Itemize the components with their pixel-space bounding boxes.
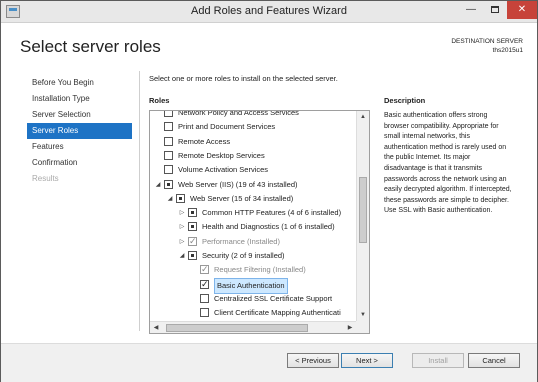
nav-item-server-roles[interactable]: Server Roles [27, 123, 132, 139]
roles-heading: Roles [149, 96, 170, 105]
collapse-arrow-icon[interactable]: ◢ [167, 196, 173, 202]
role-label: Security (2 of 9 installed) [202, 251, 285, 260]
maximize-icon [491, 5, 499, 13]
role-checkbox[interactable] [164, 136, 173, 146]
role-row[interactable]: Volume Activation Services [150, 163, 355, 177]
install-button[interactable]: Install [412, 353, 464, 368]
role-row[interactable]: Remote Access [150, 135, 355, 149]
role-row[interactable]: Request Filtering (Installed) [150, 263, 355, 277]
next-button[interactable]: Next > [341, 353, 393, 368]
role-checkbox[interactable] [200, 293, 209, 303]
role-label: Web Server (15 of 34 installed) [190, 193, 294, 203]
role-label: Health and Diagnostics (1 of 6 installed… [202, 222, 335, 232]
role-checkbox[interactable] [176, 193, 185, 203]
role-label: Remote Access [178, 136, 231, 146]
scroll-down-arrow-icon[interactable]: ▼ [357, 309, 369, 321]
scroll-up-arrow-icon[interactable]: ▲ [357, 111, 369, 123]
role-label: Print and Document Services [178, 122, 276, 132]
expand-arrow-icon[interactable]: ▷ [179, 224, 185, 230]
role-label: Volume Activation Services [178, 165, 269, 175]
scroll-left-arrow-icon[interactable]: ◀ [150, 322, 162, 333]
role-row[interactable]: Print and Document Services [150, 120, 355, 134]
horizontal-scroll-thumb[interactable] [166, 324, 308, 332]
role-checkbox[interactable] [188, 235, 197, 249]
close-button[interactable]: ✕ [507, 1, 537, 19]
scroll-right-arrow-icon[interactable]: ▶ [344, 322, 356, 333]
page-title: Select server roles [20, 37, 161, 56]
expand-arrow-icon[interactable]: ▷ [179, 210, 185, 216]
maximize-button[interactable] [483, 1, 507, 19]
role-row[interactable]: Network Policy and Access Services [150, 110, 355, 120]
role-checkbox[interactable] [200, 278, 209, 292]
role-label: Client Certificate Mapping Authenticati [214, 308, 341, 318]
role-row[interactable]: ◢ Web Server (IIS) (19 of 43 installed) [150, 178, 355, 192]
role-row[interactable]: ▷ Common HTTP Features (4 of 6 installed) [150, 206, 355, 220]
vertical-scroll-thumb[interactable] [359, 177, 367, 243]
role-label: Web Server (IIS) (19 of 43 installed) [178, 179, 298, 189]
role-label: Centralized SSL Certificate Support [214, 293, 333, 303]
horizontal-scrollbar[interactable]: ◀ ▶ [150, 321, 369, 333]
expand-arrow-icon[interactable]: ▷ [179, 239, 185, 245]
title-bar: Add Roles and Features Wizard — ✕ [1, 1, 537, 23]
role-row[interactable]: Remote Desktop Services [150, 149, 355, 163]
role-checkbox[interactable] [188, 251, 197, 260]
destination-server-name: ths2015u1 [492, 47, 523, 54]
role-checkbox[interactable] [164, 122, 173, 132]
collapse-arrow-icon[interactable]: ◢ [179, 253, 185, 259]
nav-item-results: Results [32, 174, 59, 183]
role-row[interactable]: ▷ Performance (Installed) [150, 235, 355, 249]
role-checkbox[interactable] [164, 150, 173, 160]
nav-item-confirmation[interactable]: Confirmation [31, 155, 136, 171]
role-label: Remote Desktop Services [178, 150, 265, 160]
previous-button[interactable]: < Previous [287, 353, 339, 368]
role-row[interactable]: ▷ Health and Diagnostics (1 of 6 installe… [150, 220, 355, 234]
role-checkbox[interactable] [164, 111, 173, 117]
description-text: Basic authentication offers strong brows… [384, 112, 512, 215]
role-label: Performance (Installed) [202, 236, 280, 246]
role-checkbox[interactable] [164, 165, 173, 175]
destination-server-label: DESTINATION SERVER [451, 38, 523, 45]
role-checkbox[interactable] [188, 222, 197, 232]
role-row[interactable]: Centralized SSL Certificate Support [150, 292, 355, 306]
role-checkbox[interactable] [200, 263, 209, 277]
roles-tree[interactable]: Network Policy and Access Services Print … [149, 110, 370, 334]
role-row[interactable]: ◢ Web Server (15 of 34 installed) [150, 192, 355, 206]
instruction-text: Select one or more roles to install on t… [149, 74, 338, 83]
role-row[interactable]: Client Certificate Mapping Authenticati [150, 306, 355, 320]
nav-divider [139, 71, 140, 331]
scrollbar-corner [356, 321, 369, 333]
cancel-button[interactable]: Cancel [468, 353, 520, 368]
role-checkbox[interactable] [188, 208, 197, 218]
nav-item-before-you-begin[interactable]: Before You Begin [31, 75, 136, 91]
role-row[interactable]: ◢ Security (2 of 9 installed) [150, 249, 355, 263]
minimize-button[interactable]: — [459, 1, 483, 19]
nav-item-server-selection[interactable]: Server Selection [31, 107, 136, 123]
nav-item-features[interactable]: Features [31, 139, 136, 155]
role-checkbox[interactable] [164, 179, 173, 189]
wizard-nav: Before You Begin Installation Type Server … [27, 75, 136, 187]
role-label: Request Filtering (Installed) [214, 265, 306, 275]
role-label: Common HTTP Features (4 of 6 installed) [202, 208, 342, 218]
window-title: Add Roles and Features Wizard [191, 5, 347, 17]
role-checkbox[interactable] [200, 308, 209, 318]
role-row[interactable]: Basic Authentication [150, 277, 355, 294]
collapse-arrow-icon[interactable]: ◢ [155, 182, 161, 188]
nav-item-installation-type[interactable]: Installation Type [31, 91, 136, 107]
vertical-scrollbar[interactable]: ▲ ▼ [356, 111, 369, 321]
description-heading: Description [384, 96, 426, 105]
wizard-window: Add Roles and Features Wizard — ✕ Select… [0, 0, 538, 382]
role-label: Network Policy and Access Services [178, 110, 299, 117]
